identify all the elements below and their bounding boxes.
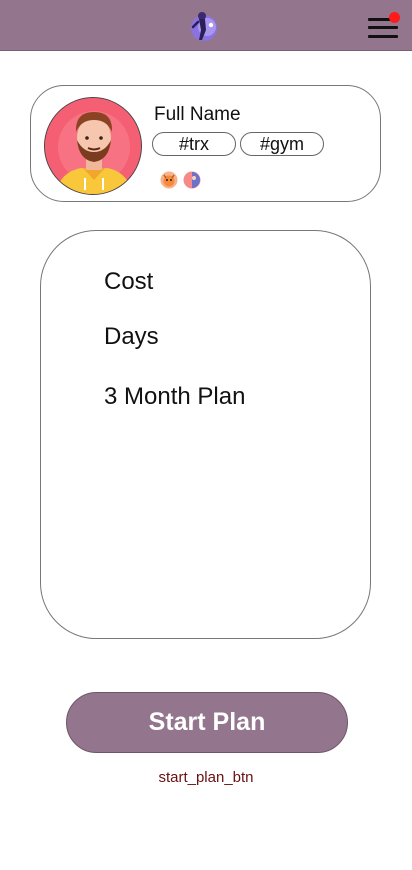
tag-gym[interactable]: #gym: [240, 132, 324, 156]
profile-name: Full Name: [154, 104, 241, 125]
app-header: [0, 0, 412, 51]
plan-title: 3 Month Plan: [104, 383, 246, 410]
bearded-man-avatar-icon: [45, 98, 141, 194]
start-plan-button[interactable]: Start Plan: [66, 692, 348, 753]
start-plan-caption: start_plan_btn: [158, 769, 254, 786]
tag-trx[interactable]: #trx: [152, 132, 236, 156]
notification-dot: [389, 12, 400, 23]
fitness-logo-icon[interactable]: [187, 10, 219, 42]
menu-bar: [368, 35, 398, 38]
profile-card: Full Name #trx #gym: [30, 85, 381, 202]
tiger-badge-icon: [160, 171, 178, 189]
menu-button[interactable]: [366, 12, 402, 40]
plan-days: Days: [104, 323, 159, 350]
plan-cost: Cost: [104, 268, 154, 295]
menu-bar: [368, 26, 398, 29]
globe-badge-icon: [183, 171, 201, 189]
plan-card: Cost Days 3 Month Plan: [40, 230, 371, 639]
avatar[interactable]: [44, 97, 142, 195]
